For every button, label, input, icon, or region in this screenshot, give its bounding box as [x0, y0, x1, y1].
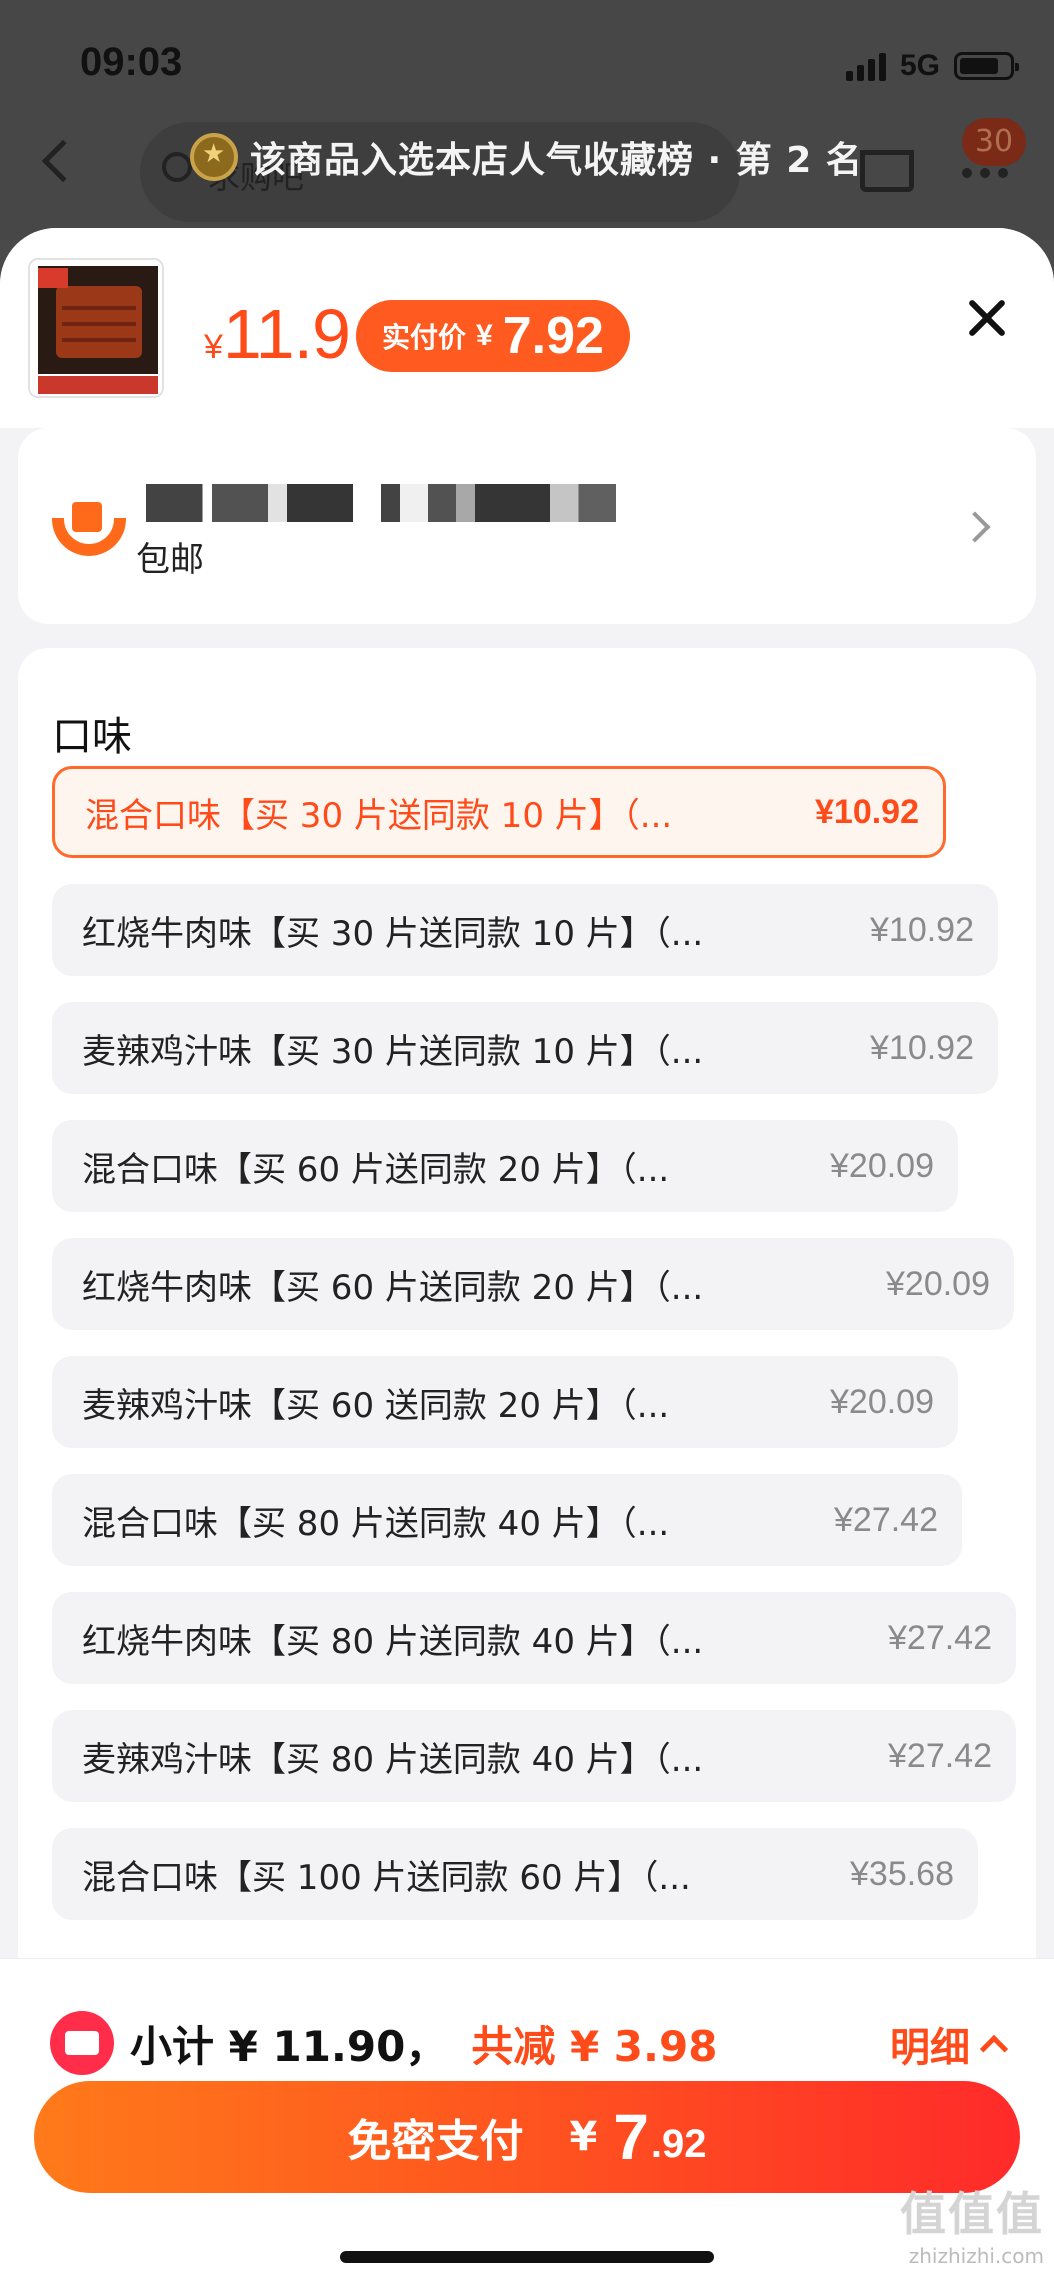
cart-icon[interactable] — [860, 150, 914, 192]
flavor-option-price: ¥10.92 — [870, 1028, 974, 1067]
subtotal: 小计 ¥ 11.90， 共减 ¥ 3.98 — [130, 2013, 717, 2074]
price-value: 11.9 — [222, 295, 351, 373]
price-currency: ¥ — [204, 328, 223, 366]
status-time: 09:03 — [80, 40, 183, 84]
flavor-option-price: ¥27.42 — [888, 1618, 992, 1657]
flavor-option-label: 混合口味【买 30 片送同款 10 片】（... — [85, 795, 673, 836]
chevron-up-icon — [979, 2034, 1009, 2064]
battery-icon — [954, 52, 1019, 80]
flavor-option-price: ¥10.92 — [815, 792, 919, 831]
pay-amount-dec: .92 — [650, 2121, 707, 2166]
product-price: ¥11.9 — [204, 294, 351, 374]
shipping-card[interactable]: 包邮 — [18, 428, 1036, 624]
chevron-right-icon — [959, 511, 991, 543]
pay-button[interactable]: 免密支付 ¥ 7 .92 — [34, 2081, 1020, 2193]
flavor-option[interactable]: 红烧牛肉味【买 60 片送同款 20 片】（... ¥20.09 — [52, 1238, 1014, 1330]
close-icon[interactable] — [960, 292, 1012, 344]
shipping-label: 包邮 — [136, 540, 204, 580]
flavor-option-price: ¥27.42 — [834, 1500, 938, 1539]
flavor-option-price: ¥10.92 — [870, 910, 974, 949]
battery-level — [960, 58, 999, 74]
redacted-address — [146, 484, 616, 522]
checkout-bar: 小计 ¥ 11.90， 共减 ¥ 3.98 明细 免密支付 ¥ 7 .92 值值… — [0, 1958, 1054, 2282]
flavor-option-label: 红烧牛肉味【买 60 片送同款 20 片】（... — [82, 1267, 704, 1308]
medal-icon — [190, 133, 238, 181]
flavor-option-label: 混合口味【买 80 片送同款 40 片】（... — [82, 1503, 670, 1544]
back-icon[interactable] — [41, 139, 85, 183]
flavor-option-label: 麦辣鸡汁味【买 80 片送同款 40 片】（... — [82, 1739, 704, 1780]
flavor-option-label: 红烧牛肉味【买 30 片送同款 10 片】（... — [82, 913, 704, 954]
home-indicator — [340, 2251, 714, 2263]
flavor-option-label: 麦辣鸡汁味【买 30 片送同款 10 片】（... — [82, 1031, 704, 1072]
network-label: 5G — [899, 49, 940, 82]
flavor-option[interactable]: 麦辣鸡汁味【买 60 送同款 20 片】（... ¥20.09 — [52, 1356, 958, 1448]
flavor-option-price: ¥27.42 — [888, 1736, 992, 1775]
shipping-logo-icon — [52, 502, 132, 562]
coupon-icon — [50, 2011, 114, 2075]
flavor-option[interactable]: 混合口味【买 30 片送同款 10 片】（... ¥10.92 — [52, 766, 946, 858]
status-indicators: 5G — [845, 46, 1019, 86]
product-thumbnail[interactable] — [28, 258, 164, 398]
watermark: 值值值 zhizhizhi.com — [900, 2178, 1044, 2268]
flavor-option[interactable]: 混合口味【买 80 片送同款 40 片】（... ¥27.42 — [52, 1474, 962, 1566]
flavor-option[interactable]: 麦辣鸡汁味【买 80 片送同款 40 片】（... ¥27.42 — [52, 1710, 1016, 1802]
paid-price-value: 7.92 — [502, 307, 604, 365]
flavor-option[interactable]: 红烧牛肉味【买 80 片送同款 40 片】（... ¥27.42 — [52, 1592, 1016, 1684]
signal-icon — [845, 51, 886, 81]
pay-label: 免密支付 — [347, 2116, 524, 2167]
flavor-option[interactable]: 混合口味【买 60 片送同款 20 片】（... ¥20.09 — [52, 1120, 958, 1212]
more-icon[interactable] — [962, 168, 1008, 178]
paid-price-pill: 实付价 ¥ 7.92 — [356, 300, 630, 372]
detail-toggle[interactable]: 明细 — [890, 2015, 1009, 2073]
flavor-option-price: ¥20.09 — [830, 1146, 934, 1185]
watermark-logo: 值值值 — [900, 2187, 1044, 2241]
subtotal-text: 小计 ¥ 11.90， — [130, 2022, 448, 2071]
detail-label: 明细 — [890, 2025, 970, 2071]
background-page: 09:03 5G 求购吧 该商品入选本店人气收藏榜 · 第 2 名 30 — [0, 0, 1054, 240]
paid-price-currency: ¥ — [476, 319, 493, 352]
cart-badge: 30 — [962, 118, 1026, 166]
pay-currency: ¥ — [569, 2114, 598, 2160]
rank-text: 该商品入选本店人气收藏榜 · 第 2 名 — [250, 140, 863, 181]
flavor-option-label: 混合口味【买 100 片送同款 60 片】（... — [82, 1857, 691, 1898]
flavor-option-price: ¥35.68 — [850, 1854, 954, 1893]
discount-text: 共减 ¥ 3.98 — [471, 2022, 718, 2071]
flavor-title: 口味 — [52, 714, 132, 760]
flavor-option-label: 麦辣鸡汁味【买 60 送同款 20 片】（... — [82, 1385, 670, 1426]
watermark-url: zhizhizhi.com — [908, 2244, 1044, 2268]
flavor-option-label: 混合口味【买 60 片送同款 20 片】（... — [82, 1149, 670, 1190]
flavor-option-price: ¥20.09 — [886, 1264, 990, 1303]
pay-amount-int: 7 — [613, 2101, 649, 2173]
rank-banner: 该商品入选本店人气收藏榜 · 第 2 名 — [190, 122, 863, 192]
search-icon — [162, 152, 192, 182]
flavor-option[interactable]: 麦辣鸡汁味【买 30 片送同款 10 片】（... ¥10.92 — [52, 1002, 998, 1094]
sheet-header: ¥11.9 实付价 ¥ 7.92 — [0, 228, 1054, 428]
flavor-option-price: ¥20.09 — [830, 1382, 934, 1421]
flavor-option[interactable]: 红烧牛肉味【买 30 片送同款 10 片】（... ¥10.92 — [52, 884, 998, 976]
flavor-option-label: 红烧牛肉味【买 80 片送同款 40 片】（... — [82, 1621, 704, 1662]
flavor-option[interactable]: 混合口味【买 100 片送同款 60 片】（... ¥35.68 — [52, 1828, 978, 1920]
paid-price-label: 实付价 — [382, 322, 467, 353]
